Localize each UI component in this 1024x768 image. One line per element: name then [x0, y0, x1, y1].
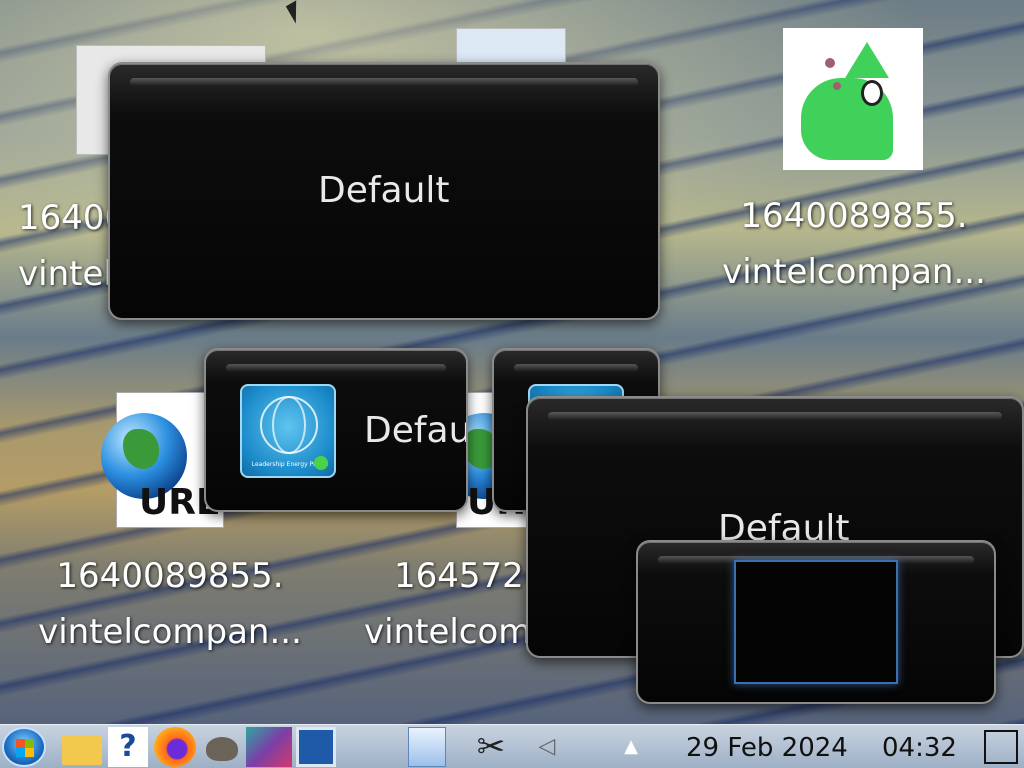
taskbar: ? ✂ ◁ ▲ 29 Feb 2024 04:32 [0, 724, 1024, 768]
window-preview-large[interactable]: Default [108, 62, 660, 320]
selected-window-thumbnail [734, 560, 898, 684]
scissors-icon[interactable]: ✂ [472, 727, 510, 767]
window-preview-selected[interactable] [636, 540, 996, 704]
leadership-app-icon: Leadership Energy Profile [240, 384, 336, 478]
desktop-icon-4[interactable]: 164572 vintelcom [364, 548, 534, 660]
desktop-icon-3[interactable]: 1640089855. vintelcompan... [20, 548, 320, 660]
monitor-icon[interactable] [296, 727, 336, 767]
desktop-icon-label: 1640089855. [56, 556, 284, 596]
window-preview-app[interactable]: Leadership Energy Profile Defaul [204, 348, 468, 512]
clock-time[interactable]: 04:32 [882, 725, 957, 768]
desktop-icon-label: vintelcompan... [722, 252, 986, 292]
wizard-app-icon[interactable] [783, 28, 923, 170]
windows-logo-icon [16, 739, 34, 757]
app-launcher-icon[interactable] [246, 727, 292, 767]
start-button[interactable] [2, 727, 46, 767]
desktop-icon-label: vintelcom [364, 612, 532, 652]
desktop-icon-label: 1640089855. [740, 196, 968, 236]
window-title: Default [318, 170, 450, 211]
help-icon[interactable]: ? [108, 727, 148, 767]
task-window-icon[interactable] [408, 727, 446, 767]
desktop-icon-2[interactable]: 1640089855. vintelcompan... [704, 188, 1004, 300]
gimp-icon[interactable] [200, 727, 244, 767]
desktop-icon-label: 164572 [394, 556, 524, 596]
window-title: Defaul [364, 410, 466, 451]
show-desktop-button[interactable] [984, 730, 1018, 764]
firefox-icon[interactable] [154, 727, 196, 767]
desktop-icon-label: vintelcompan... [38, 612, 302, 652]
speaker-icon[interactable]: ◁ [536, 727, 558, 767]
file-manager-icon[interactable] [60, 727, 104, 767]
clock-date[interactable]: 29 Feb 2024 [686, 725, 848, 768]
tray-expand-icon[interactable]: ▲ [618, 727, 644, 767]
